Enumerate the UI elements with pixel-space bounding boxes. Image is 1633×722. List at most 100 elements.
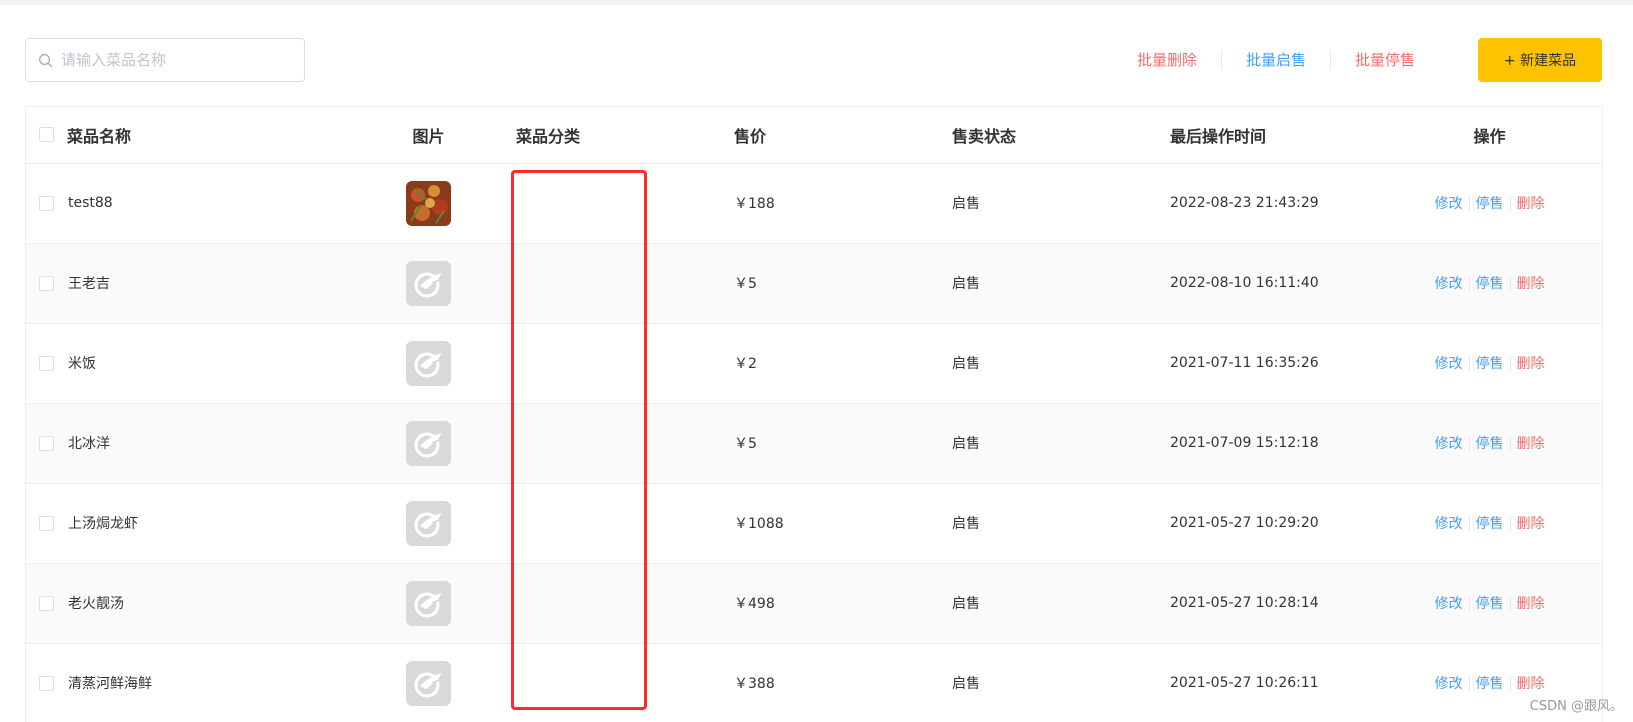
disable-link[interactable]: 停售 (1470, 676, 1510, 692)
cell-ops: 修改 停售 删除 (1377, 563, 1602, 643)
cell-ops: 修改 停售 删除 (1377, 403, 1602, 483)
edit-link[interactable]: 修改 (1429, 596, 1469, 612)
disable-link[interactable]: 停售 (1470, 596, 1510, 612)
cell-status: 启售 (952, 596, 980, 612)
disable-link[interactable]: 停售 (1470, 516, 1510, 532)
column-header-category: 菜品分类 (516, 126, 581, 146)
column-header-ops: 操作 (1473, 126, 1506, 146)
row-checkbox[interactable] (39, 435, 54, 451)
delete-link[interactable]: 删除 (1511, 196, 1551, 212)
row-checkbox[interactable] (39, 675, 54, 691)
edit-link[interactable]: 修改 (1429, 436, 1469, 452)
column-header-name: 菜品名称 (26, 107, 356, 163)
table-body: test88 ￥188 启售 2022-08-23 21:43:29 修改 停售 删除 王老吉… (26, 163, 1602, 722)
cell-price: ￥498 (734, 596, 775, 612)
cell-time: 2021-07-11 16:35:26 (1170, 355, 1319, 371)
watermark: CSDN @跟风。 (1529, 699, 1623, 714)
edit-link[interactable]: 修改 (1429, 276, 1469, 292)
table-row: 清蒸河鲜海鲜 ￥388 启售 2021-05-27 10:26:11 修改 停售 删除 (26, 643, 1602, 722)
cell-price: ￥5 (734, 276, 757, 292)
disable-link[interactable]: 停售 (1470, 436, 1510, 452)
cell-name: 老火靓汤 (26, 563, 356, 643)
batch-disable-link[interactable]: 批量停售 (1331, 50, 1439, 70)
new-dish-button[interactable]: + 新建菜品 (1478, 38, 1602, 82)
dish-name: test88 (68, 195, 113, 211)
cell-image (356, 403, 501, 483)
column-header-price: 售价 (734, 126, 767, 146)
cell-price: ￥2 (734, 356, 757, 372)
delete-link[interactable]: 删除 (1511, 276, 1551, 292)
placeholder-logo-icon (406, 340, 451, 386)
cell-name: 北冰洋 (26, 403, 356, 483)
delete-link[interactable]: 删除 (1511, 436, 1551, 452)
disable-link[interactable]: 停售 (1470, 356, 1510, 372)
row-checkbox[interactable] (39, 515, 54, 531)
row-checkbox[interactable] (39, 195, 54, 211)
top-strip (0, 0, 1633, 5)
search-input[interactable] (61, 45, 281, 75)
dish-name: 北冰洋 (68, 436, 110, 452)
cell-image (356, 563, 501, 643)
cell-name: test88 (26, 163, 356, 243)
search-icon (39, 53, 53, 67)
dish-name: 清蒸河鲜海鲜 (68, 676, 152, 693)
dish-name: 老火靓汤 (68, 596, 124, 612)
cell-time: 2021-05-27 10:28:14 (1170, 595, 1319, 611)
select-all-checkbox[interactable] (39, 127, 54, 143)
cell-price: ￥5 (734, 436, 757, 452)
cell-status: 启售 (952, 356, 980, 372)
cell-status: 启售 (952, 436, 980, 452)
batch-delete-link[interactable]: 批量删除 (1113, 50, 1221, 70)
cell-image (356, 323, 501, 403)
search-box[interactable] (25, 38, 305, 82)
cell-ops: 修改 停售 删除 (1377, 163, 1602, 243)
delete-link[interactable]: 删除 (1511, 516, 1551, 532)
cell-time: 2022-08-23 21:43:29 (1170, 195, 1319, 211)
cell-price: ￥188 (734, 196, 775, 212)
row-checkbox[interactable] (39, 355, 54, 371)
delete-link[interactable]: 删除 (1511, 676, 1551, 692)
disable-link[interactable]: 停售 (1470, 196, 1510, 212)
placeholder-logo-icon (406, 420, 451, 466)
cell-name: 米饭 (26, 323, 356, 403)
cell-ops: 修改 停售 删除 (1377, 243, 1602, 323)
cell-price: ￥388 (734, 676, 775, 693)
cell-image (356, 243, 501, 323)
dish-table: 菜品名称 图片 菜品分类 售价 售卖状态 最后操作时间 操作 test88 ￥18… (25, 106, 1603, 722)
table-header-row: 菜品名称 图片 菜品分类 售价 售卖状态 最后操作时间 操作 (26, 107, 1602, 163)
edit-link[interactable]: 修改 (1429, 356, 1469, 372)
cell-category (501, 163, 719, 243)
batch-enable-link[interactable]: 批量启售 (1222, 50, 1330, 70)
cell-category (501, 403, 719, 483)
cell-category (501, 563, 719, 643)
cell-category (501, 643, 719, 722)
placeholder-logo-icon (406, 660, 451, 706)
cell-ops: 修改 停售 删除 (1377, 323, 1602, 403)
cell-price: ￥1088 (734, 516, 784, 532)
delete-link[interactable]: 删除 (1511, 596, 1551, 612)
row-checkbox[interactable] (39, 275, 54, 291)
cell-name: 清蒸河鲜海鲜 (26, 643, 356, 722)
cell-name: 上汤焗龙虾 (26, 483, 356, 563)
edit-link[interactable]: 修改 (1429, 516, 1469, 532)
disable-link[interactable]: 停售 (1470, 276, 1510, 292)
cell-name: 王老吉 (26, 243, 356, 323)
placeholder-logo-icon (406, 260, 451, 306)
edit-link[interactable]: 修改 (1429, 676, 1469, 692)
cell-image (356, 163, 501, 243)
column-header-image: 图片 (412, 126, 445, 146)
column-header-status: 售卖状态 (952, 126, 1017, 146)
dish-name: 王老吉 (68, 276, 110, 292)
cell-category (501, 323, 719, 403)
cell-category (501, 483, 719, 563)
table-row: 米饭 ￥2 启售 2021-07-11 16:35:26 修改 停售 删除 (26, 323, 1602, 403)
cell-image (356, 483, 501, 563)
column-header-name-label: 菜品名称 (67, 126, 132, 146)
delete-link[interactable]: 删除 (1511, 356, 1551, 372)
cell-image (356, 643, 501, 722)
cell-ops: 修改 停售 删除 (1377, 483, 1602, 563)
row-checkbox[interactable] (39, 595, 54, 611)
cell-status: 启售 (952, 516, 980, 532)
batch-actions: 批量删除 批量启售 批量停售 (1113, 38, 1439, 82)
edit-link[interactable]: 修改 (1429, 196, 1469, 212)
